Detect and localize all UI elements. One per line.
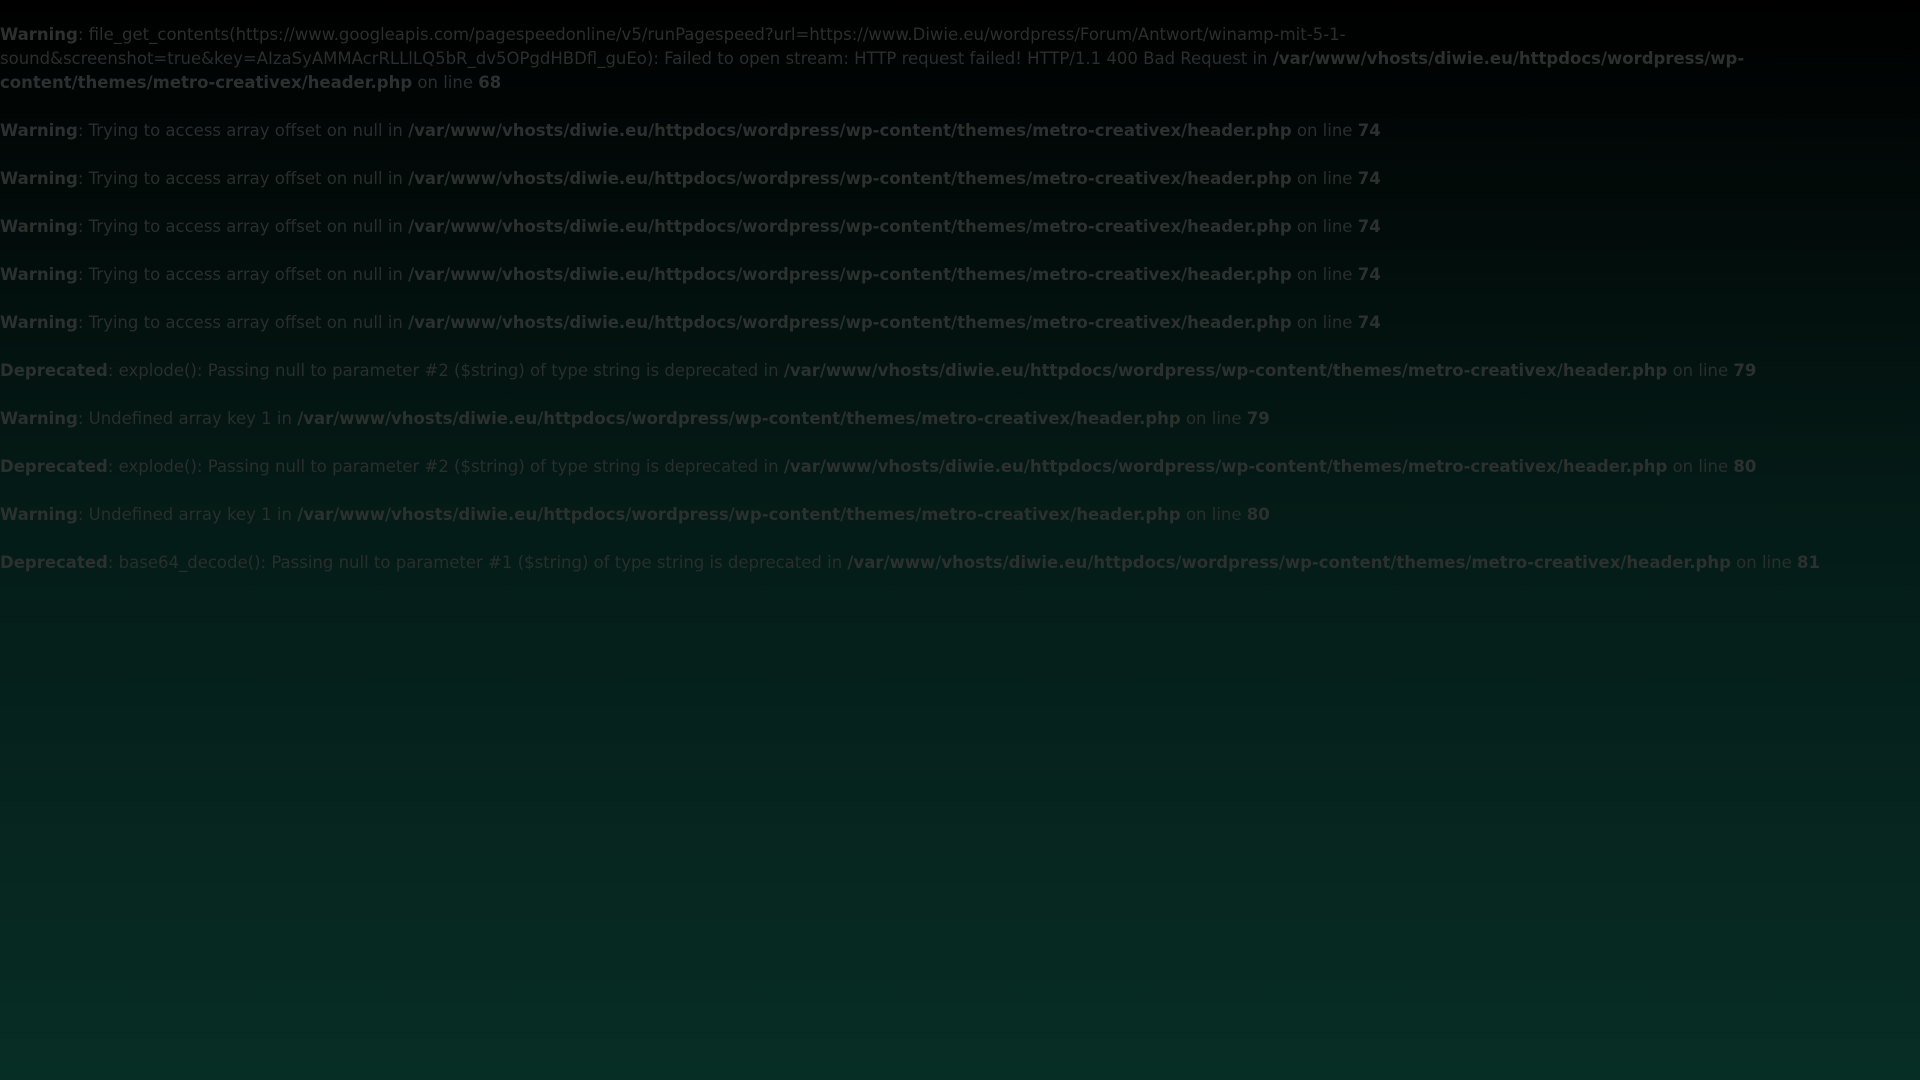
error-text: : explode(): Passing null to parameter #… xyxy=(107,361,784,380)
error-message: Warning: Trying to access array offset o… xyxy=(0,311,1915,335)
error-text: : Trying to access array offset on null … xyxy=(77,121,409,140)
error-message: Warning: Trying to access array offset o… xyxy=(0,167,1915,191)
error-text: : Trying to access array offset on null … xyxy=(77,169,409,188)
error-text: : base64_decode(): Passing null to param… xyxy=(107,553,848,572)
error-on-line-label: on line xyxy=(1291,121,1358,140)
error-message: Warning: Trying to access array offset o… xyxy=(0,263,1915,287)
error-on-line-label: on line xyxy=(1291,217,1358,236)
error-text: : Trying to access array offset on null … xyxy=(77,265,409,284)
error-message: Warning: Trying to access array offset o… xyxy=(0,215,1915,239)
error-on-line-label: on line xyxy=(1730,553,1797,572)
error-on-line-label: on line xyxy=(1667,457,1734,476)
error-on-line-label: on line xyxy=(412,73,479,92)
error-message: Deprecated: explode(): Passing null to p… xyxy=(0,455,1915,479)
error-line-number: 68 xyxy=(478,73,502,92)
error-message: Warning: Trying to access array offset o… xyxy=(0,119,1915,143)
error-line-number: 81 xyxy=(1797,553,1820,572)
error-text: : file_get_contents(https://www.googleap… xyxy=(0,25,1346,68)
error-file-path: /var/www/vhosts/diwie.eu/httpdocs/wordpr… xyxy=(847,553,1731,572)
error-line-number: 74 xyxy=(1357,265,1381,284)
error-file-path: /var/www/vhosts/diwie.eu/httpdocs/wordpr… xyxy=(297,505,1181,524)
error-message: Warning: file_get_contents(https://www.g… xyxy=(0,23,1915,95)
error-text: : Undefined array key 1 in xyxy=(77,409,298,428)
error-file-path: /var/www/vhosts/diwie.eu/httpdocs/wordpr… xyxy=(297,409,1181,428)
error-file-path: /var/www/vhosts/diwie.eu/httpdocs/wordpr… xyxy=(783,361,1668,380)
error-text: : Trying to access array offset on null … xyxy=(77,217,409,236)
error-line-number: 79 xyxy=(1246,409,1270,428)
error-text: : explode(): Passing null to parameter #… xyxy=(107,457,784,476)
error-line-number: 74 xyxy=(1357,169,1381,188)
error-on-line-label: on line xyxy=(1291,313,1358,332)
error-file-path: /var/www/vhosts/diwie.eu/httpdocs/wordpr… xyxy=(408,121,1292,140)
error-on-line-label: on line xyxy=(1667,361,1734,380)
error-line-number: 80 xyxy=(1733,457,1757,476)
error-level: Warning xyxy=(0,265,78,284)
error-level: Warning xyxy=(0,121,78,140)
error-file-path: /var/www/vhosts/diwie.eu/httpdocs/wordpr… xyxy=(408,169,1292,188)
error-line-number: 74 xyxy=(1357,217,1381,236)
error-text: : Trying to access array offset on null … xyxy=(77,313,409,332)
error-message: Warning: Undefined array key 1 in /var/w… xyxy=(0,407,1915,431)
error-line-number: 80 xyxy=(1246,505,1270,524)
error-file-path: /var/www/vhosts/diwie.eu/httpdocs/wordpr… xyxy=(783,457,1668,476)
error-level: Deprecated xyxy=(0,457,108,476)
error-level: Warning xyxy=(0,505,78,524)
error-on-line-label: on line xyxy=(1291,169,1358,188)
error-message: Deprecated: explode(): Passing null to p… xyxy=(0,359,1915,383)
php-error-log: Warning: file_get_contents(https://www.g… xyxy=(0,23,1915,599)
error-on-line-label: on line xyxy=(1180,409,1247,428)
error-level: Warning xyxy=(0,25,78,44)
error-level: Deprecated xyxy=(0,553,108,572)
error-level: Warning xyxy=(0,169,78,188)
error-file-path: /var/www/vhosts/diwie.eu/httpdocs/wordpr… xyxy=(408,265,1292,284)
error-line-number: 74 xyxy=(1357,313,1381,332)
error-on-line-label: on line xyxy=(1180,505,1247,524)
error-on-line-label: on line xyxy=(1291,265,1358,284)
error-level: Warning xyxy=(0,217,78,236)
error-line-number: 74 xyxy=(1357,121,1381,140)
error-file-path: /var/www/vhosts/diwie.eu/httpdocs/wordpr… xyxy=(408,217,1292,236)
error-level: Deprecated xyxy=(0,361,108,380)
error-line-number: 79 xyxy=(1733,361,1757,380)
error-message: Warning: Undefined array key 1 in /var/w… xyxy=(0,503,1915,527)
error-level: Warning xyxy=(0,313,78,332)
error-message: Deprecated: base64_decode(): Passing nul… xyxy=(0,551,1915,575)
error-file-path: /var/www/vhosts/diwie.eu/httpdocs/wordpr… xyxy=(408,313,1292,332)
error-text: : Undefined array key 1 in xyxy=(77,505,298,524)
error-level: Warning xyxy=(0,409,78,428)
